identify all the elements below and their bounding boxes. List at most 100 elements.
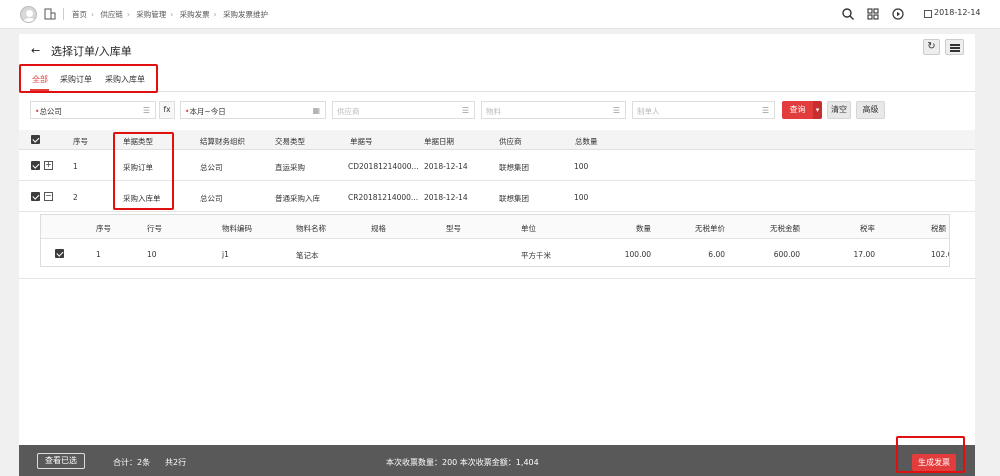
- search-icon[interactable]: [841, 7, 855, 21]
- row-count: 共2行: [165, 458, 187, 467]
- col-header-supplier: 供应商: [499, 137, 522, 146]
- total-count: 合计：2条: [113, 458, 151, 467]
- view-selected-button[interactable]: 查看已选: [37, 453, 85, 469]
- cell-org: 总公司: [200, 163, 223, 172]
- cell-code: CD20181214000...: [348, 162, 419, 171]
- col-header-material-name: 物料名称: [296, 224, 326, 233]
- advanced-button[interactable]: 高级: [856, 101, 885, 119]
- col-header-no: 序号: [96, 224, 111, 233]
- query-button[interactable]: 查询: [782, 101, 813, 119]
- breadcrumb-separator: ›: [170, 10, 174, 19]
- play-circle-icon[interactable]: [891, 7, 905, 21]
- material-input[interactable]: 物料 ☰: [481, 101, 626, 119]
- breadcrumb-item-purchase-mgmt[interactable]: 采购管理: [136, 10, 166, 19]
- col-header-unit: 单位: [521, 224, 536, 233]
- date-range-input[interactable]: •本月~今日 ▦: [180, 101, 326, 119]
- breadcrumb-separator: ›: [213, 10, 217, 19]
- supplier-placeholder: 供应商: [337, 107, 360, 116]
- back-arrow-icon[interactable]: ←: [31, 44, 40, 57]
- breadcrumb-item-supply-chain[interactable]: 供应链: [100, 10, 123, 19]
- detail-table: 序号 行号 物料编码 物料名称 规格 型号 单位 数量 无税单价 无税金额 税率…: [40, 214, 950, 267]
- cell-no: 2: [73, 193, 78, 202]
- refresh-button[interactable]: ↻: [923, 39, 940, 55]
- col-header-tax-rate: 税率: [860, 224, 875, 233]
- collapse-icon[interactable]: −: [44, 192, 53, 201]
- table-row[interactable]: 1 10 j1 笔记本 平方千米 100.00 6.00 600.00 17.0…: [41, 239, 949, 266]
- col-header-tax: 税额: [931, 224, 946, 233]
- cell-tax-rate: 17.00: [853, 250, 875, 259]
- grid-icon[interactable]: [866, 7, 880, 21]
- query-dropdown-button[interactable]: ▾: [813, 101, 822, 119]
- cell-trade: 直运采购: [275, 163, 305, 172]
- breadcrumb: 首页 › 供应链 › 采购管理 › 采购发票 › 采购发票维护: [72, 9, 272, 20]
- col-header-material-code: 物料编码: [222, 224, 252, 233]
- breadcrumb-separator: ›: [91, 10, 94, 19]
- org-select-value: 总公司: [39, 107, 62, 116]
- cell-qty: 100: [574, 193, 589, 202]
- col-header-qty: 数量: [636, 224, 651, 233]
- cell-org: 总公司: [200, 194, 223, 203]
- cell-supplier: 联想集团: [499, 194, 529, 203]
- col-header-amount: 无税金额: [770, 224, 800, 233]
- formula-button[interactable]: fx: [159, 101, 175, 119]
- cell-qty: 100.00: [624, 250, 651, 259]
- list-icon: ☰: [761, 106, 769, 115]
- col-header-trade: 交易类型: [275, 137, 305, 146]
- current-date: 2018-12-14: [934, 8, 981, 17]
- detail-table-header: 序号 行号 物料编码 物料名称 规格 型号 单位 数量 无税单价 无税金额 税率…: [41, 215, 949, 239]
- cell-material-code: j1: [222, 250, 229, 259]
- top-bar: 首页 › 供应链 › 采购管理 › 采购发票 › 采购发票维护 2018-12-14: [0, 0, 1000, 29]
- cell-date: 2018-12-14: [424, 193, 468, 202]
- cell-trade: 普通采购入库: [275, 194, 320, 203]
- cell-qty: 100: [574, 162, 589, 171]
- cell-date: 2018-12-14: [424, 162, 468, 171]
- col-header-qty: 总数量: [575, 137, 598, 146]
- cell-unit: 平方千米: [521, 251, 551, 260]
- supplier-input[interactable]: 供应商 ☰: [332, 101, 475, 119]
- expand-icon[interactable]: +: [44, 161, 53, 170]
- col-header-org: 结算财务组织: [200, 137, 245, 146]
- row-checkbox[interactable]: [31, 192, 40, 201]
- col-header-model: 型号: [446, 224, 461, 233]
- avatar[interactable]: [20, 6, 37, 23]
- breadcrumb-item-invoice-maintenance: 采购发票维护: [223, 10, 269, 19]
- select-all-checkbox[interactable]: [31, 135, 40, 144]
- row-checkbox[interactable]: [55, 249, 64, 258]
- list-menu-button[interactable]: [945, 39, 964, 55]
- breadcrumb-separator: ›: [126, 10, 130, 19]
- col-header-spec: 规格: [371, 224, 386, 233]
- calendar-icon: ▦: [312, 106, 320, 115]
- maker-placeholder: 制单人: [637, 107, 660, 116]
- col-header-line: 行号: [147, 224, 162, 233]
- clear-button[interactable]: 清空: [827, 101, 851, 119]
- cell-no: 1: [96, 250, 101, 259]
- breadcrumb-item-home[interactable]: 首页: [72, 10, 87, 19]
- divider: [63, 8, 64, 20]
- list-icon: ☰: [461, 106, 469, 115]
- list-icon: ☰: [612, 106, 620, 115]
- cell-price: 6.00: [708, 250, 725, 259]
- page-title: 选择订单/入库单: [51, 45, 132, 58]
- building-icon[interactable]: [44, 8, 56, 20]
- invoice-summary: 本次收票数量：200 本次收票金额：1,404: [386, 458, 539, 467]
- calendar-icon: [924, 10, 932, 18]
- org-select[interactable]: •总公司 ☰: [30, 101, 156, 119]
- list-icon: ☰: [142, 106, 150, 115]
- cell-line: 10: [147, 250, 157, 259]
- breadcrumb-item-purchase-invoice[interactable]: 采购发票: [180, 10, 210, 19]
- list-icon-bar: [950, 44, 960, 46]
- maker-input[interactable]: 制单人 ☰: [632, 101, 775, 119]
- highlight-box-generate: [896, 436, 965, 473]
- cell-amount: 600.00: [773, 250, 800, 259]
- list-icon-bar: [950, 50, 960, 52]
- cell-material-name: 笔记本: [296, 251, 319, 260]
- date-range-value: 本月~今日: [189, 107, 226, 116]
- col-header-price: 无税单价: [695, 224, 725, 233]
- cell-code: CR20181214000...: [348, 193, 419, 202]
- material-placeholder: 物料: [486, 107, 501, 116]
- cell-no: 1: [73, 162, 78, 171]
- row-checkbox[interactable]: [31, 161, 40, 170]
- col-header-date: 单据日期: [424, 137, 454, 146]
- highlight-box-doc-type: [113, 132, 174, 210]
- highlight-box-tabs: [19, 64, 158, 93]
